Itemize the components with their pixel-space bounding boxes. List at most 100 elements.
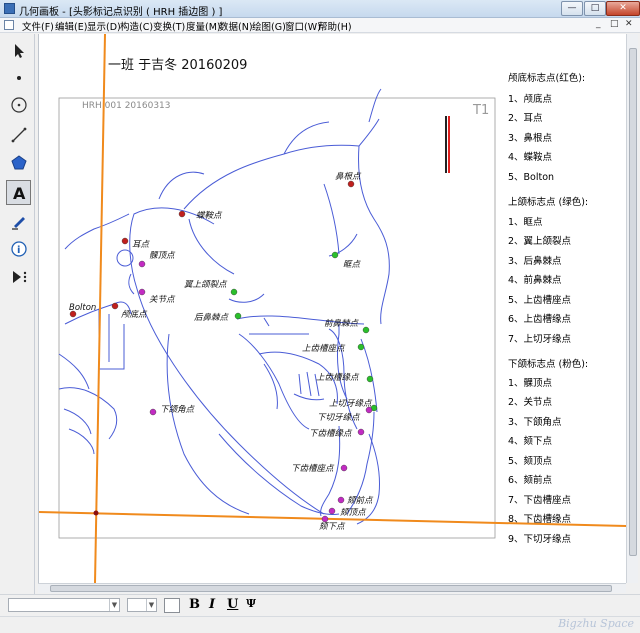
legend-item: 9、下切牙缘点 [508, 534, 572, 545]
doc-close-button[interactable]: ✕ [625, 19, 633, 29]
cranial-legend-title: 颅底标志点(红色): [508, 73, 586, 84]
menu-graph[interactable]: 绘图(G) [252, 19, 286, 33]
text-color-swatch[interactable] [164, 598, 180, 613]
horizontal-scrollbar[interactable] [38, 583, 626, 593]
font-size-select[interactable]: ▼ [127, 598, 157, 612]
landmark-label[interactable]: 髁顶点 [149, 250, 176, 261]
landmark-point[interactable] [121, 237, 129, 245]
minimize-button[interactable]: — [561, 1, 583, 16]
menu-data[interactable]: 数据(N) [219, 19, 253, 33]
legend-item: 1、颅底点 [508, 94, 553, 105]
landmark-label[interactable]: 下齿槽缘点 [309, 428, 353, 439]
legend-item: 5、颏顶点 [508, 456, 553, 467]
italic-button[interactable]: I [209, 597, 215, 612]
landmark-point[interactable] [234, 312, 242, 320]
horizontal-scroll-thumb[interactable] [50, 585, 612, 592]
menu-file[interactable]: 文件(F) [22, 19, 54, 33]
line-icon [11, 127, 26, 142]
landmark-point[interactable] [337, 496, 345, 504]
compass-tool[interactable] [6, 92, 31, 117]
landmark-point[interactable] [138, 260, 146, 268]
legend-item: 5、Bolton [508, 172, 555, 183]
menu-display[interactable]: 显示(D) [87, 19, 121, 33]
landmark-label[interactable]: 上齿槽缘点 [316, 372, 360, 383]
play-more-icon [12, 270, 26, 283]
straightedge-tool[interactable] [6, 122, 31, 147]
toolbox: A i [2, 34, 35, 594]
menu-edit[interactable]: 编辑(E) [55, 19, 87, 33]
maximize-button[interactable]: □ [584, 1, 606, 16]
landmark-label[interactable]: 蝶鞍点 [196, 210, 223, 221]
landmark-label[interactable]: 上齿槽座点 [302, 343, 346, 354]
menu-construct[interactable]: 构造(C) [120, 19, 153, 33]
letter-a-icon: A [13, 184, 26, 202]
image-tag: T1 [472, 103, 489, 118]
landmark-point[interactable] [331, 251, 339, 259]
information-tool[interactable]: i [6, 236, 31, 261]
landmark-label[interactable]: 翼上颌裂点 [184, 279, 228, 290]
arrow-select-tool[interactable] [6, 38, 31, 63]
maxilla-legend-title: 上颌标志点 (绿色): [508, 197, 589, 208]
landmark-point[interactable] [178, 210, 186, 218]
status-bar: Bigzhu Space [0, 616, 640, 633]
bold-button[interactable]: B [189, 597, 200, 612]
landmark-label[interactable]: Bolton [69, 303, 96, 313]
landmark-label[interactable]: 颅底点 [121, 309, 148, 320]
legend-item: 4、颏下点 [508, 436, 553, 447]
landmark-point[interactable] [357, 343, 365, 351]
marker-tool[interactable] [6, 208, 31, 233]
landmark-label[interactable]: 下颌角点 [160, 404, 196, 415]
menu-transform[interactable]: 变换(T) [153, 19, 185, 33]
menu-window[interactable]: 窗口(W) [285, 19, 321, 33]
landmark-point[interactable] [357, 428, 365, 436]
landmark-label[interactable]: 下切牙缘点 [317, 412, 361, 423]
landmark-label[interactable]: 颏前点 [347, 495, 374, 506]
landmark-point[interactable] [328, 507, 336, 515]
landmark-label[interactable]: 颏下点 [319, 521, 346, 532]
vertical-scrollbar[interactable] [626, 34, 638, 583]
landmark-label[interactable]: 下齿槽座点 [291, 463, 335, 474]
doc-minimize-button[interactable]: _ [596, 19, 601, 29]
sketch-canvas[interactable]: 一班 于吉冬 20160209 HRH 001 20160313 T1 鼻根点 … [38, 34, 626, 583]
scale-bar-red [448, 116, 450, 173]
legend-item: 2、耳点 [508, 113, 543, 124]
legend-item: 7、上切牙缘点 [508, 334, 572, 345]
window-title: 几何画板 - [头影标记点识别 ( HRH 插边图 ) ] [19, 7, 223, 18]
text-tool[interactable]: A [6, 180, 31, 205]
landmark-label[interactable]: 上切牙缘点 [329, 398, 373, 409]
math-symbol-button[interactable]: Ψ [246, 597, 256, 610]
close-button[interactable]: ✕ [606, 1, 640, 16]
menu-help[interactable]: 帮助(H) [318, 19, 352, 33]
landmark-point[interactable] [111, 302, 119, 310]
underline-button[interactable]: U [227, 597, 238, 612]
legend-item: 2、翼上颌裂点 [508, 236, 572, 247]
landmark-label[interactable]: 前鼻棘点 [324, 318, 360, 329]
landmark-label[interactable]: 颏顶点 [340, 507, 367, 518]
landmark-label[interactable]: 耳点 [132, 239, 151, 250]
landmark-point[interactable] [230, 288, 238, 296]
landmark-label[interactable]: 后鼻棘点 [194, 312, 230, 323]
legend-item: 7、下齿槽座点 [508, 495, 572, 506]
landmark-point[interactable] [365, 406, 373, 414]
polygon-tool[interactable] [6, 150, 31, 175]
landmark-label[interactable]: 鼻根点 [335, 171, 362, 182]
title-bar: 几何画板 - [头影标记点识别 ( HRH 插边图 ) ] — □ ✕ [0, 0, 640, 18]
reference-intersection [93, 510, 99, 516]
font-family-select[interactable]: ▼ [8, 598, 120, 612]
landmark-point[interactable] [149, 408, 157, 416]
landmark-point[interactable] [366, 375, 374, 383]
doc-restore-button[interactable]: □ [610, 19, 619, 29]
landmark-point[interactable] [138, 288, 146, 296]
landmark-point[interactable] [362, 326, 370, 334]
legend-item: 3、下颌角点 [508, 417, 562, 428]
landmark-label[interactable]: 眶点 [343, 259, 362, 270]
app-icon [4, 3, 15, 14]
custom-tool[interactable] [6, 264, 31, 289]
menu-measure[interactable]: 度量(M) [186, 19, 221, 33]
landmark-label[interactable]: 关节点 [149, 294, 176, 305]
legend-item: 4、蝶鞍点 [508, 152, 553, 163]
point-tool[interactable] [6, 64, 31, 89]
legend-item: 3、鼻根点 [508, 133, 553, 144]
landmark-point[interactable] [340, 464, 348, 472]
vertical-scroll-thumb[interactable] [629, 48, 637, 556]
